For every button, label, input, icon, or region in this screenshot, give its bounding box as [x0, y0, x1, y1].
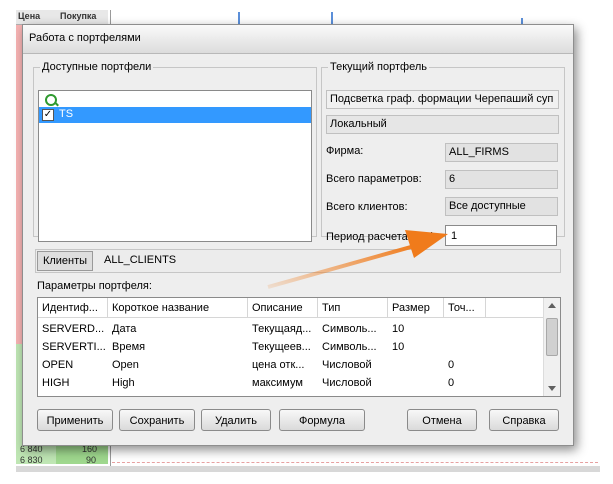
table-cell: 0 — [448, 377, 455, 389]
apply-button[interactable]: Применить — [37, 409, 113, 431]
table-cell: Open — [112, 359, 139, 371]
table-cell — [388, 356, 444, 374]
dialog-titlebar[interactable]: Работа с портфелями — [23, 25, 573, 54]
clients-count-label: Всего клиентов: — [326, 201, 408, 213]
clients-tab-strip: Клиенты ALL_CLIENTS — [35, 249, 561, 273]
table-cell: цена отк... — [252, 359, 305, 371]
tab-clients[interactable]: Клиенты — [37, 251, 93, 271]
portfolio-list[interactable]: ✓ TS — [38, 90, 312, 242]
available-portfolios-group: Доступные портфели ✓ TS — [33, 61, 317, 242]
clients-count-field: Все доступные — [445, 197, 558, 216]
table-cell: Числовой — [322, 377, 372, 389]
table-cell: SERVERTI... — [42, 341, 106, 353]
quote-buy-header: Покупка — [60, 11, 97, 21]
quote-price-header: Цена — [18, 11, 41, 21]
scroll-down-arrow-icon[interactable] — [548, 386, 556, 391]
column-header-short-name[interactable]: Короткое название — [108, 298, 248, 318]
table-cell: SERVERD... — [42, 323, 105, 335]
params-table[interactable]: Идентиф... Короткое название Описание Ти… — [37, 297, 561, 397]
firm-field: ALL_FIRMS — [445, 143, 558, 162]
current-portfolio-title: Текущий портфель — [330, 61, 427, 73]
window-bottom-border — [16, 466, 600, 472]
chart-candle — [331, 12, 333, 24]
clients-value: ALL_CLIENTS — [104, 254, 177, 266]
cancel-button[interactable]: Отмена — [407, 409, 477, 431]
save-button[interactable]: Сохранить — [119, 409, 195, 431]
table-cell: HIGH — [42, 377, 70, 389]
quote-table-header: Цена Покупка — [16, 10, 108, 25]
table-cell — [444, 320, 486, 338]
params-count-label: Всего параметров: — [326, 173, 422, 185]
table-cell: Дата — [112, 323, 137, 335]
table-cell: 10 — [392, 341, 405, 353]
portfolio-item-label: TS — [59, 108, 74, 120]
portfolio-name-field: Подсветка граф. формации Черепаший суп — [326, 90, 559, 109]
table-cell: Текущеев... — [252, 341, 311, 353]
column-header-description[interactable]: Описание — [248, 298, 318, 318]
column-header-id[interactable]: Идентиф... — [38, 298, 108, 318]
column-header-size[interactable]: Размер — [388, 298, 444, 318]
period-input[interactable]: 1 — [445, 225, 557, 246]
column-header-precision[interactable]: Точ... — [444, 298, 486, 318]
column-header-type[interactable]: Тип — [318, 298, 388, 318]
table-cell: максимум — [252, 377, 303, 389]
quote-qty-cell: 90 — [86, 455, 97, 465]
scroll-up-arrow-icon[interactable] — [548, 303, 556, 308]
list-item[interactable]: ✓ TS — [39, 107, 311, 123]
chart-candle — [238, 12, 240, 24]
table-cell — [388, 374, 444, 392]
quote-price-cell: 6 830 — [20, 455, 43, 465]
params-count-field: 6 — [445, 170, 558, 189]
table-scrollbar[interactable] — [543, 298, 560, 396]
portfolio-dialog: Работа с портфелями Доступные портфели ✓… — [22, 24, 574, 446]
table-cell: OPEN — [42, 359, 74, 371]
table-cell: High — [112, 377, 135, 389]
table-cell: Символь... — [322, 341, 377, 353]
help-button[interactable]: Справка — [489, 409, 559, 431]
portfolio-checkbox[interactable]: ✓ — [42, 109, 54, 121]
search-icon-handle — [54, 101, 59, 107]
params-section-label: Параметры портфеля: — [37, 280, 152, 292]
dialog-title: Работа с портфелями — [29, 32, 141, 44]
current-portfolio-group: Текущий портфель Подсветка граф. формаци… — [321, 61, 565, 246]
delete-button[interactable]: Удалить — [201, 409, 271, 431]
table-cell: 10 — [392, 323, 405, 335]
scroll-thumb[interactable] — [546, 318, 558, 356]
column-header-empty — [486, 298, 544, 318]
table-cell: Числовой — [322, 359, 372, 371]
table-cell: Текущаяд... — [252, 323, 312, 335]
portfolio-type-field: Локальный — [326, 115, 559, 134]
table-cell — [444, 338, 486, 356]
table-cell: Время — [112, 341, 146, 353]
table-cell: 0 — [448, 359, 455, 371]
table-cell: Символь... — [322, 323, 377, 335]
period-label: Период расчета (сек): — [326, 231, 438, 243]
formula-button[interactable]: Формула — [279, 409, 365, 431]
firm-label: Фирма: — [326, 145, 364, 157]
chart-gridline — [112, 462, 598, 463]
available-portfolios-title: Доступные портфели — [42, 61, 152, 73]
